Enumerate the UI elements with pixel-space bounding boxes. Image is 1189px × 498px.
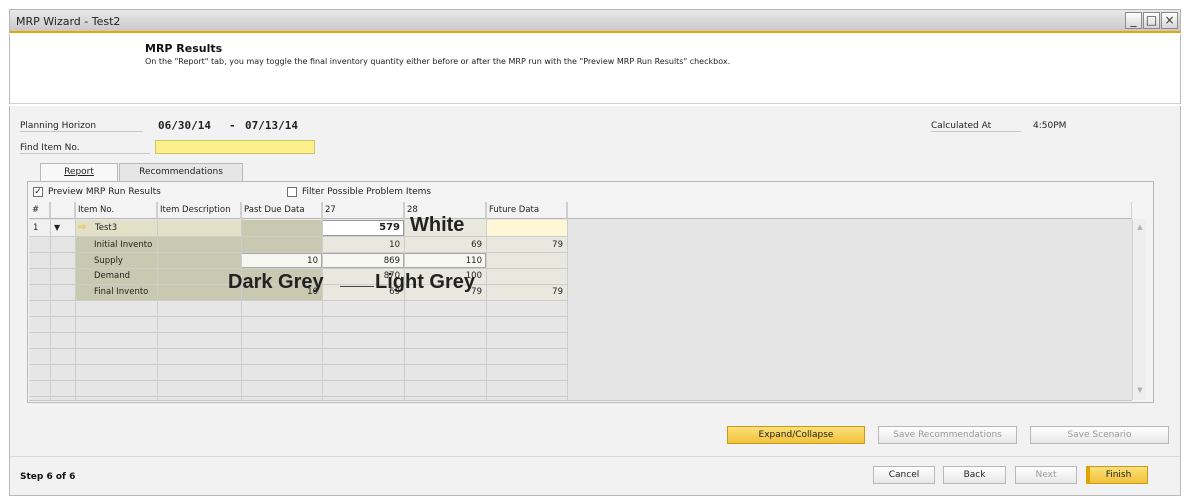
grid-line (486, 202, 487, 400)
grid-header-past-due[interactable]: Past Due Data (241, 202, 322, 219)
detail-label-initial: Initial Invento (94, 240, 153, 250)
page-title: MRP Results (145, 42, 223, 55)
grid-body-empty (567, 219, 1132, 400)
detail-supply-past: 10 (307, 256, 318, 266)
tab-recommendations-label: Recommendations (139, 167, 223, 177)
chevron-down-icon[interactable]: ▼ (54, 221, 66, 236)
grid-header-empty (567, 202, 1132, 219)
scroll-down-icon[interactable]: ▼ (1135, 386, 1145, 396)
filter-checkbox[interactable] (287, 187, 297, 197)
calculated-at-value: 4:50PM (1033, 121, 1067, 131)
grid-line (322, 202, 323, 400)
detail-initial-future: 79 (552, 240, 563, 250)
grid-header-27[interactable]: 27 (322, 202, 404, 219)
minimize-icon[interactable]: _ (1125, 12, 1142, 29)
grid-line (50, 202, 51, 400)
finish-button[interactable]: Finish (1086, 466, 1148, 484)
grid-line (157, 202, 158, 400)
close-icon[interactable]: × (1161, 12, 1178, 29)
grid-line (567, 202, 568, 400)
window-titlebar: MRP Wizard - Test2 _ □ × (9, 9, 1181, 33)
window-controls: _ □ × (1125, 12, 1178, 29)
tab-recommendations[interactable]: Recommendations (119, 163, 243, 181)
cancel-button[interactable]: Cancel (873, 466, 935, 484)
window-title: MRP Wizard - Test2 (16, 15, 121, 28)
item-no-value[interactable]: Test3 (95, 221, 155, 236)
next-button[interactable]: Next (1015, 466, 1077, 484)
grid-line (241, 202, 242, 400)
scroll-up-icon[interactable]: ▲ (1135, 223, 1145, 233)
grid-header-future[interactable]: Future Data (486, 202, 567, 219)
annotation-white: White (410, 214, 465, 236)
grid-header-expand[interactable] (50, 202, 75, 219)
detail-demand-future (486, 269, 567, 284)
detail-supply-27: 869 (383, 256, 400, 266)
detail-final-future: 79 (552, 287, 563, 297)
filter-checkbox-label: Filter Possible Problem Items (302, 187, 432, 197)
find-item-input[interactable] (155, 140, 315, 154)
horizon-to-date: 07/13/14 (245, 119, 298, 132)
planning-horizon-label: Planning Horizon (20, 121, 143, 132)
horizon-from-date: 06/30/14 (158, 119, 211, 132)
page-description: On the "Report" tab, you may toggle the … (145, 57, 731, 66)
step-indicator: Step 6 of 6 (20, 472, 76, 482)
row-number: 1 (33, 223, 39, 233)
horizon-dash: - (229, 119, 236, 132)
save-scenario-button[interactable]: Save Scenario (1030, 426, 1169, 444)
col27-total: 579 (379, 222, 400, 233)
annotation-connector (340, 286, 374, 287)
maximize-icon[interactable]: □ (1143, 12, 1160, 29)
grid-line (75, 202, 76, 400)
tab-report-label: Report (64, 167, 94, 177)
detail-supply-28: 110 (465, 256, 482, 266)
grid-header-num[interactable]: # (29, 202, 50, 219)
link-arrow-icon[interactable]: ⇨ (78, 221, 92, 236)
detail-label-supply: Supply (94, 256, 123, 266)
preview-checkbox-label: Preview MRP Run Results (48, 187, 161, 197)
annotation-light-grey: Light Grey (375, 271, 476, 293)
detail-supply-future (486, 254, 567, 269)
annotation-dark-grey: Dark Grey (228, 271, 324, 293)
back-button[interactable]: Back (943, 466, 1006, 484)
detail-initial-27: 10 (389, 240, 400, 250)
grid-header-item-no[interactable]: Item No. (75, 202, 157, 219)
find-item-label: Find Item No. (20, 143, 150, 154)
calculated-at-label: Calculated At (931, 121, 1021, 132)
detail-label-final: Final Invento (94, 287, 149, 297)
tab-report[interactable]: Report (40, 163, 118, 182)
save-recommendations-button[interactable]: Save Recommendations (878, 426, 1017, 444)
grid-header-description[interactable]: Item Description (157, 202, 241, 219)
expand-collapse-button[interactable]: Expand/Collapse (727, 426, 865, 444)
detail-initial-past (241, 238, 322, 253)
grid-line (404, 202, 405, 400)
future-item-cell (486, 220, 567, 236)
detail-initial-28: 69 (471, 240, 482, 250)
preview-checkbox[interactable]: ✓ (33, 187, 43, 197)
detail-label-demand: Demand (94, 271, 131, 281)
wizard-banner: MRP Results On the "Report" tab, you may… (9, 34, 1181, 104)
past-due-dark-cell (241, 220, 322, 236)
grid-scrollbar[interactable]: ▲ ▼ (1132, 219, 1146, 400)
